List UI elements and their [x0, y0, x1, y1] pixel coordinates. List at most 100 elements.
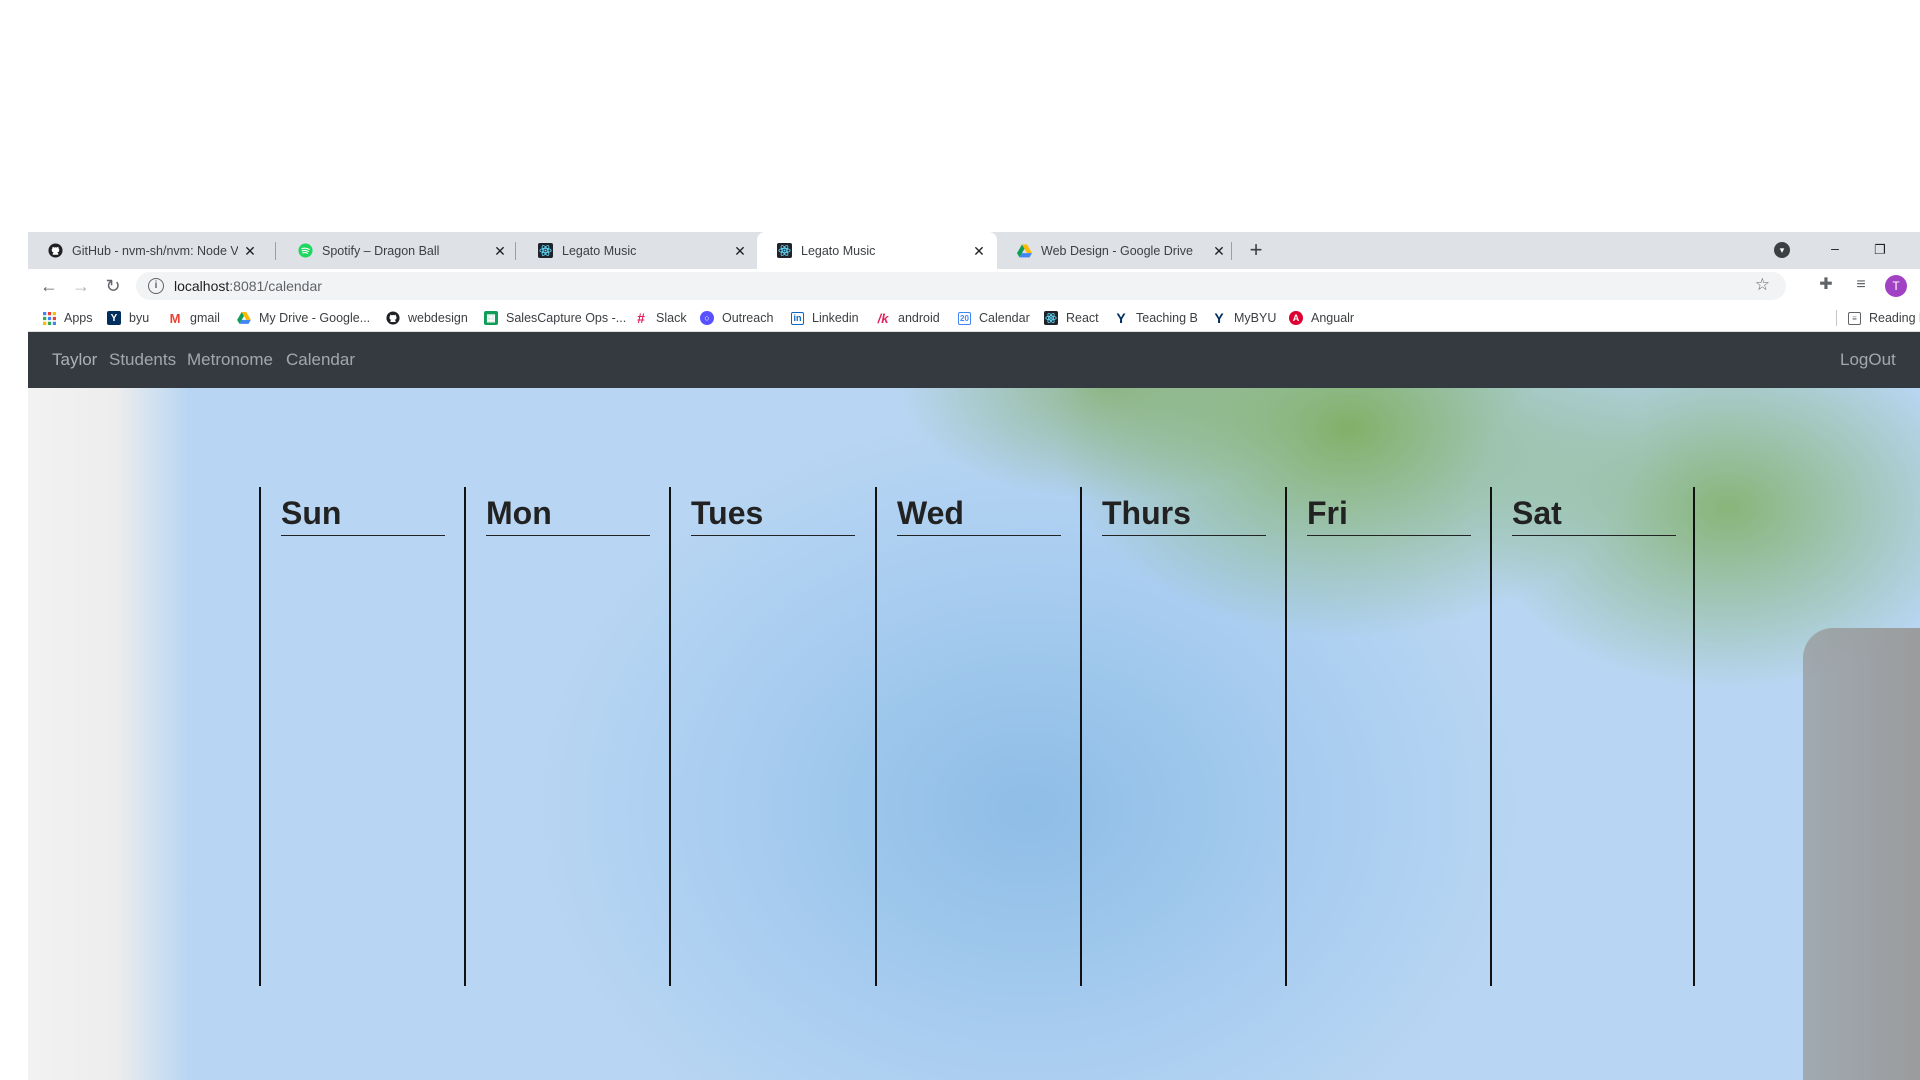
- tab-strip: GitHub - nvm-sh/nvm: Node Ver ✕ Spotify …: [28, 232, 1920, 269]
- tab-spotify[interactable]: Spotify – Dragon Ball ✕: [278, 232, 518, 269]
- day-column-tues[interactable]: Tues: [669, 487, 874, 986]
- slack-icon: #: [637, 310, 645, 326]
- tab-divider: [1231, 242, 1232, 260]
- day-column-thurs[interactable]: Thurs: [1080, 487, 1285, 986]
- url-host: localhost: [174, 278, 230, 294]
- bookmark-label: Linkedin: [812, 311, 859, 325]
- bookmark-outreach[interactable]: ○ Outreach: [700, 309, 773, 327]
- logout-link[interactable]: LogOut: [1840, 332, 1896, 388]
- address-bar[interactable]: i localhost:8081/calendar ☆: [136, 272, 1786, 300]
- spotify-icon: [297, 243, 313, 259]
- nav-link-calendar[interactable]: Calendar: [286, 332, 355, 388]
- reload-icon[interactable]: ↻: [101, 274, 125, 298]
- day-column-sun[interactable]: Sun: [259, 487, 464, 986]
- extensions-puzzle-icon[interactable]: ✚: [1815, 274, 1837, 296]
- minimize-icon[interactable]: –: [1823, 238, 1847, 262]
- bookmark-label: gmail: [190, 311, 220, 325]
- bookmark-teaching-b[interactable]: Y Teaching B: [1114, 309, 1198, 327]
- tab-title: Legato Music: [562, 243, 637, 258]
- url-path: :8081/calendar: [229, 278, 322, 294]
- android-icon: /k: [877, 310, 889, 326]
- react-icon: [537, 243, 553, 259]
- bookmark-angualr[interactable]: A Angualr: [1289, 309, 1354, 327]
- day-heading: Wed: [897, 493, 1061, 536]
- day-column-fri[interactable]: Fri: [1285, 487, 1490, 986]
- bookmark-apps[interactable]: Apps: [42, 309, 93, 327]
- tab-title: Spotify – Dragon Ball: [322, 243, 440, 258]
- apps-grid-icon: [42, 311, 56, 325]
- close-icon[interactable]: ✕: [971, 243, 987, 259]
- day-heading: Mon: [486, 493, 650, 536]
- nav-link-students[interactable]: Students: [109, 332, 176, 388]
- sky-background-image: Sun Mon Tues Wed Thurs Fri Sat: [28, 388, 1920, 1080]
- app-navbar: Taylor Students Metronome Calendar LogOu…: [28, 332, 1920, 388]
- bookmark-label: Apps: [64, 311, 93, 325]
- bookmark-label: Reading l: [1869, 311, 1920, 325]
- bookmark-label: Slack: [656, 311, 687, 325]
- react-icon: [776, 243, 792, 259]
- calendar-icon: 20: [958, 311, 971, 325]
- day-heading: Sat: [1512, 493, 1676, 536]
- browser-window: GitHub - nvm-sh/nvm: Node Ver ✕ Spotify …: [28, 232, 1920, 1080]
- nav-link-metronome[interactable]: Metronome: [187, 332, 273, 388]
- tab-github[interactable]: GitHub - nvm-sh/nvm: Node Ver ✕: [28, 232, 268, 269]
- byu-icon: Y: [107, 311, 121, 325]
- day-column-sat[interactable]: Sat: [1490, 487, 1695, 986]
- day-heading: Fri: [1307, 493, 1471, 536]
- tab-search-icon[interactable]: ▾: [1774, 242, 1790, 258]
- tab-divider: [275, 242, 276, 260]
- info-icon[interactable]: i: [148, 278, 164, 294]
- bookmark-label: SalesCapture Ops -...: [506, 311, 627, 325]
- bookmark-salescapture[interactable]: ▦ SalesCapture Ops -...: [484, 309, 626, 327]
- bookmark-label: Calendar: [979, 311, 1030, 325]
- bookmark-reading-list[interactable]: ≡ Reading l: [1848, 309, 1920, 327]
- byu-icon: Y: [1214, 310, 1224, 326]
- github-icon: [386, 311, 400, 325]
- tab-title: Web Design - Google Drive: [1041, 243, 1193, 258]
- byu-icon: Y: [1116, 310, 1126, 326]
- restore-window-icon[interactable]: ❐: [1868, 238, 1892, 262]
- bookmark-react[interactable]: React: [1044, 309, 1099, 327]
- close-icon[interactable]: ✕: [1211, 243, 1227, 259]
- bookmark-label: webdesign: [408, 311, 468, 325]
- new-tab-button[interactable]: +: [1244, 238, 1268, 262]
- bookmark-star-icon[interactable]: ☆: [1755, 275, 1770, 295]
- browser-toolbar: ← → ↻ i localhost:8081/calendar ☆ ✚ ≡ T: [28, 269, 1920, 303]
- close-icon[interactable]: ✕: [242, 243, 258, 259]
- close-icon[interactable]: ✕: [492, 243, 508, 259]
- github-icon: [47, 243, 63, 259]
- react-icon: [1044, 311, 1058, 325]
- profile-avatar[interactable]: T: [1885, 275, 1907, 297]
- bookmark-label: byu: [129, 311, 150, 325]
- day-column-mon[interactable]: Mon: [464, 487, 669, 986]
- tab-google-drive[interactable]: Web Design - Google Drive ✕: [997, 232, 1237, 269]
- day-heading: Thurs: [1102, 493, 1266, 536]
- bookmark-android[interactable]: /k android: [876, 309, 940, 327]
- tab-title: Legato Music: [801, 243, 876, 258]
- day-column-wed[interactable]: Wed: [875, 487, 1080, 986]
- bookmark-my-drive[interactable]: My Drive - Google...: [237, 309, 370, 327]
- outreach-icon: ○: [700, 311, 714, 325]
- bookmark-linkedin[interactable]: in Linkedin: [791, 309, 859, 327]
- bookmark-webdesign[interactable]: webdesign: [386, 309, 468, 327]
- media-controls-icon[interactable]: ≡: [1850, 274, 1872, 296]
- bookmark-gmail[interactable]: M gmail: [168, 309, 220, 327]
- forward-arrow-icon[interactable]: →: [69, 274, 93, 298]
- bookmark-byu[interactable]: Y byu: [107, 309, 149, 327]
- tab-legato-music-active[interactable]: Legato Music ✕: [757, 232, 997, 269]
- linkedin-icon: in: [791, 311, 804, 325]
- nav-brand-taylor[interactable]: Taylor: [52, 332, 97, 388]
- gmail-icon: M: [169, 310, 181, 326]
- google-drive-icon: [1016, 243, 1032, 259]
- day-heading: Tues: [691, 493, 855, 536]
- google-drive-icon: [237, 311, 251, 325]
- close-icon[interactable]: ✕: [732, 243, 748, 259]
- bookmarks-divider: [1836, 310, 1837, 326]
- tab-divider: [515, 242, 516, 260]
- bookmark-slack[interactable]: # Slack: [634, 309, 687, 327]
- bookmark-mybyu[interactable]: Y MyBYU: [1212, 309, 1276, 327]
- back-arrow-icon[interactable]: ←: [37, 274, 61, 298]
- tab-legato-music[interactable]: Legato Music ✕: [518, 232, 758, 269]
- bookmark-label: Teaching B: [1136, 311, 1198, 325]
- bookmark-calendar[interactable]: 20 Calendar: [958, 309, 1030, 327]
